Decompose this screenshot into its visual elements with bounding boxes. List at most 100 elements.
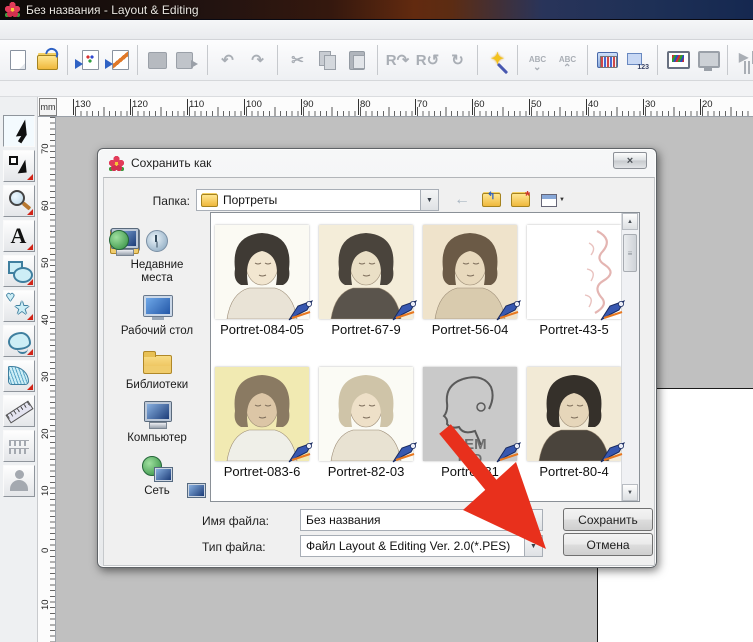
menu-help[interactable] xyxy=(142,28,162,32)
cancel-button[interactable]: Отмена xyxy=(563,533,653,556)
file-portret-81[interactable]: KEM LTD Portret-81 xyxy=(422,367,518,479)
open-file-icon[interactable] xyxy=(34,47,61,74)
realistic-preview-icon[interactable] xyxy=(664,47,691,74)
views-button[interactable] xyxy=(539,190,567,210)
sewing-order-icon[interactable] xyxy=(624,47,651,74)
pes-format-overlay-icon xyxy=(599,299,626,322)
place-label: Библиотеки xyxy=(114,379,200,392)
ruler-tick-label: 110 xyxy=(189,99,204,110)
back-button[interactable]: ← xyxy=(452,190,472,210)
new-folder-button[interactable] xyxy=(510,190,530,210)
select-tool[interactable] xyxy=(3,115,35,147)
layout-editing-window: Без названия - Layout & Editing ↶↷✂R↷R↺↻… xyxy=(0,0,753,642)
save-as-dialog: Сохранить как × Папка: Портреты ▼ ← Неда… xyxy=(97,148,657,568)
pes-format-overlay-icon xyxy=(287,299,314,322)
menu-file[interactable] xyxy=(2,28,22,32)
stitch-view-icon[interactable] xyxy=(694,47,721,74)
file-thumbnail[interactable] xyxy=(319,225,413,319)
undo-icon[interactable]: ↶ xyxy=(214,47,241,74)
scroll-down-button[interactable]: ▼ xyxy=(622,484,638,501)
ruler-unit-box[interactable]: mm xyxy=(39,98,57,116)
save-icon[interactable] xyxy=(144,47,171,74)
dialog-title-bar[interactable]: Сохранить как xyxy=(98,149,656,177)
place-network[interactable]: Сеть xyxy=(107,454,207,498)
measure-tool[interactable] xyxy=(3,395,35,427)
ruler-tick-label: 30 xyxy=(645,99,656,110)
import-image-icon[interactable] xyxy=(74,47,101,74)
file-portret-82-03[interactable]: Portret-82-03 xyxy=(318,367,414,479)
thumbnail-grid: Portret-084-05 xyxy=(214,225,622,479)
copy-icon[interactable] xyxy=(314,47,341,74)
folder-combobox[interactable]: Портреты ▼ xyxy=(196,189,439,211)
folder-value: Портреты xyxy=(218,193,420,207)
save-button[interactable]: Сохранить xyxy=(563,508,653,531)
menu-edit[interactable] xyxy=(22,28,42,32)
stitch-attributes-tool[interactable] xyxy=(3,430,35,462)
toolbar-separator xyxy=(277,45,278,75)
menu-option[interactable] xyxy=(122,28,142,32)
menu-display[interactable] xyxy=(102,28,122,32)
rotate-icon[interactable]: ↻ xyxy=(444,47,471,74)
menu-text[interactable] xyxy=(62,28,82,32)
image-to-stitch-wizard-icon[interactable]: ✦ xyxy=(484,47,511,74)
file-thumbnail[interactable] xyxy=(319,367,413,461)
file-thumbnail[interactable] xyxy=(527,367,621,461)
stitch-simulator-icon[interactable] xyxy=(734,47,753,74)
filename-label: Имя файла: xyxy=(202,514,269,528)
star-heart-shapes-tool[interactable]: ★ xyxy=(3,290,35,322)
point-edit-tool[interactable] xyxy=(3,150,35,182)
file-portret-083-6[interactable]: Portret-083-6 xyxy=(214,367,310,479)
dialog-close-button[interactable]: × xyxy=(613,152,647,169)
shapes-tool[interactable] xyxy=(3,255,35,287)
file-portret-80-4[interactable]: Portret-80-4 xyxy=(526,367,622,479)
flip-vertical-icon[interactable]: R↺ xyxy=(414,47,441,74)
folder-dropdown-arrow[interactable]: ▼ xyxy=(420,190,438,210)
file-portret-56-04[interactable]: Portret-56-04 xyxy=(422,225,518,337)
write-to-card-icon[interactable] xyxy=(174,47,201,74)
ruler-tick-label: 60 xyxy=(474,99,485,110)
file-thumbnail[interactable] xyxy=(527,225,621,319)
up-one-level-button[interactable] xyxy=(481,190,501,210)
filetype-dropdown-arrow[interactable]: ▼ xyxy=(524,536,542,556)
file-portret-084-05[interactable]: Portret-084-05 xyxy=(214,225,310,337)
filename-dropdown-arrow[interactable]: ▼ xyxy=(524,510,542,530)
scrollbar-thumb[interactable]: ≡ xyxy=(623,234,637,272)
paste-icon[interactable] xyxy=(344,47,371,74)
ruler-tick-label: 40 xyxy=(40,311,52,325)
file-portret-43-5[interactable]: Portret-43-5 xyxy=(526,225,622,337)
import-tracing-icon[interactable] xyxy=(104,47,131,74)
file-thumbnail[interactable]: KEM LTD xyxy=(423,367,517,461)
manual-punch-tool[interactable] xyxy=(3,360,35,392)
place-desktop[interactable]: Рабочий стол xyxy=(107,294,207,338)
redo-icon[interactable]: ↷ xyxy=(244,47,271,74)
thread-palette-icon[interactable] xyxy=(594,47,621,74)
file-portret-67-9[interactable]: Portret-67-9 xyxy=(318,225,414,337)
file-thumbnail[interactable] xyxy=(215,367,309,461)
text-fit-arc-down-icon[interactable]: ABC xyxy=(524,47,551,74)
text-fit-arc-up-icon[interactable]: ABC xyxy=(554,47,581,74)
menu-image[interactable] xyxy=(42,28,62,32)
tool-palette: A★ xyxy=(0,97,38,642)
scroll-up-button[interactable]: ▲ xyxy=(622,213,638,230)
toolbar-separator xyxy=(727,45,728,75)
dialog-flower-icon xyxy=(109,156,124,171)
app-flower-icon xyxy=(5,2,20,17)
file-thumbnail[interactable] xyxy=(215,225,309,319)
flip-horizontal-icon[interactable]: R↷ xyxy=(384,47,411,74)
place-icon xyxy=(140,401,174,429)
menu-sew[interactable] xyxy=(82,28,102,32)
filename-combobox[interactable]: Без названия ▼ xyxy=(300,509,543,531)
new-design-icon[interactable] xyxy=(4,47,31,74)
toolbar-separator xyxy=(137,45,138,75)
filetype-combobox[interactable]: Файл Layout & Editing Ver. 2.0(*.PES) ▼ xyxy=(300,535,543,557)
cut-icon[interactable]: ✂ xyxy=(284,47,311,74)
place-computer[interactable]: Компьютер xyxy=(107,401,207,445)
filetype-value: Файл Layout & Editing Ver. 2.0(*.PES) xyxy=(301,539,524,553)
zoom-tool[interactable] xyxy=(3,185,35,217)
freeform-shape-tool[interactable] xyxy=(3,325,35,357)
file-thumbnail[interactable] xyxy=(423,225,517,319)
place-libraries[interactable]: Библиотеки xyxy=(107,348,207,392)
portrait-tool[interactable] xyxy=(3,465,35,497)
text-tool[interactable]: A xyxy=(3,220,35,252)
place-icon xyxy=(140,228,174,256)
